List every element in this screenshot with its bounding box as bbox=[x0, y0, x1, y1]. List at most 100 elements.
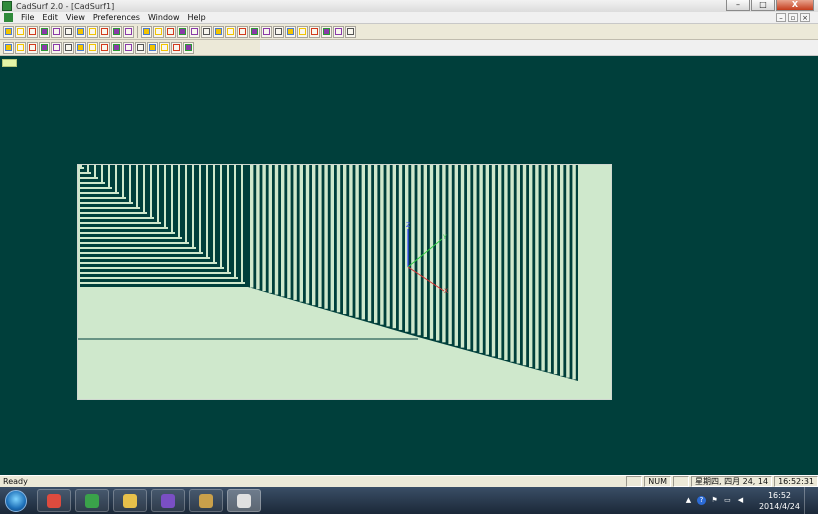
cube-button[interactable] bbox=[75, 41, 86, 54]
mdi-close-button[interactable]: × bbox=[800, 13, 810, 22]
maximize-button[interactable]: □ bbox=[751, 0, 775, 11]
taskbar-item[interactable] bbox=[113, 489, 147, 512]
spline-button[interactable] bbox=[261, 25, 272, 38]
mesh-horizontal-line bbox=[80, 172, 91, 174]
rectangle-filled-icon bbox=[167, 28, 174, 35]
menu-help[interactable]: Help bbox=[183, 13, 209, 22]
point-intersection-button[interactable] bbox=[99, 25, 110, 38]
print-button[interactable] bbox=[51, 25, 62, 38]
cadsurf-icon bbox=[237, 493, 251, 508]
open-folder-button[interactable] bbox=[15, 25, 26, 38]
rectangle-filled-button[interactable] bbox=[165, 25, 176, 38]
close-button[interactable]: X bbox=[776, 0, 814, 11]
point-button[interactable] bbox=[75, 25, 86, 38]
taskbar-item[interactable] bbox=[227, 489, 261, 512]
mesh-button[interactable] bbox=[297, 25, 308, 38]
layer-red-button[interactable] bbox=[27, 41, 38, 54]
surface-grid-button[interactable] bbox=[285, 25, 296, 38]
layers-button[interactable] bbox=[3, 41, 14, 54]
taskbar-item[interactable] bbox=[189, 489, 223, 512]
tray-up-arrow-icon[interactable]: ▲ bbox=[684, 496, 693, 505]
layer-stack-button[interactable] bbox=[39, 41, 50, 54]
pencil-button[interactable] bbox=[87, 41, 98, 54]
taskbar-clock[interactable]: 16:52 2014/4/24 bbox=[759, 490, 800, 512]
mesh-vertical-line bbox=[122, 165, 124, 199]
document-icon[interactable] bbox=[4, 13, 13, 22]
layer-delete-button[interactable] bbox=[63, 41, 74, 54]
mesh-column-strip bbox=[522, 165, 527, 366]
wireframe-button[interactable] bbox=[159, 41, 170, 54]
tray-help-icon[interactable]: ? bbox=[696, 496, 706, 505]
mesh-column-strip bbox=[510, 165, 514, 362]
parallelogram-button[interactable] bbox=[225, 25, 236, 38]
point-offset-icon bbox=[113, 28, 120, 35]
mesh-column-strip bbox=[491, 165, 496, 357]
mesh-column-strip bbox=[274, 165, 279, 295]
pick-button[interactable] bbox=[135, 41, 146, 54]
mesh-vertical-line bbox=[206, 165, 208, 259]
warning-button[interactable] bbox=[345, 25, 356, 38]
tray-volume-icon[interactable]: ◀ bbox=[736, 496, 745, 505]
start-button[interactable] bbox=[5, 489, 27, 512]
node-edit-button[interactable] bbox=[321, 25, 332, 38]
z-axis-label: Z bbox=[406, 222, 410, 229]
camera-button[interactable] bbox=[183, 41, 194, 54]
print-preview-button[interactable] bbox=[39, 25, 50, 38]
save-button[interactable] bbox=[27, 25, 38, 38]
taskbar-item[interactable] bbox=[37, 489, 71, 512]
tray-flag-icon[interactable]: ⚑ bbox=[710, 496, 719, 505]
tray-network-icon[interactable]: ▭ bbox=[723, 496, 732, 505]
crosshair-button[interactable] bbox=[99, 41, 110, 54]
menu-edit[interactable]: Edit bbox=[38, 13, 62, 22]
menu-preferences[interactable]: Preferences bbox=[89, 13, 144, 22]
mesh-viewport[interactable]: Z Y X bbox=[77, 164, 612, 400]
mesh-column-strip bbox=[547, 165, 551, 373]
line-button[interactable] bbox=[123, 25, 134, 38]
hatch-button[interactable] bbox=[171, 41, 182, 54]
mesh-horizontal-line bbox=[80, 237, 182, 239]
ellipse-button[interactable] bbox=[213, 25, 224, 38]
menu-file[interactable]: File bbox=[17, 13, 38, 22]
point-offset-button[interactable] bbox=[111, 25, 122, 38]
curve-grid-button[interactable] bbox=[153, 25, 164, 38]
mesh-vertical-line bbox=[94, 165, 96, 179]
view-tag[interactable] bbox=[2, 59, 17, 67]
curve-button[interactable] bbox=[141, 25, 152, 38]
menu-window[interactable]: Window bbox=[144, 13, 184, 22]
mdi-minimize-button[interactable]: – bbox=[776, 13, 786, 22]
taskbar-item[interactable] bbox=[151, 489, 185, 512]
mesh-column-strip bbox=[398, 165, 403, 330]
cadsurf-app-icon[interactable] bbox=[2, 1, 12, 11]
triangle-button[interactable] bbox=[189, 25, 200, 38]
rounded-rect-button[interactable] bbox=[237, 25, 248, 38]
zoom-extents-button[interactable] bbox=[123, 41, 134, 54]
mdi-restore-button[interactable]: ▫ bbox=[788, 13, 798, 22]
zoom-button[interactable] bbox=[111, 41, 122, 54]
surface-button[interactable] bbox=[273, 25, 284, 38]
show-desktop-button[interactable] bbox=[804, 487, 818, 514]
drawing-canvas[interactable]: Z Y X bbox=[0, 56, 818, 475]
mesh-column-strip bbox=[504, 165, 508, 360]
mesh-column-strip bbox=[529, 165, 533, 368]
taskbar-item[interactable] bbox=[75, 489, 109, 512]
new-file-button[interactable] bbox=[3, 25, 14, 38]
mesh-column-strip bbox=[256, 165, 260, 290]
help-pointer-button[interactable] bbox=[63, 25, 74, 38]
mesh-vertical-line bbox=[241, 165, 243, 284]
box-3d-button[interactable] bbox=[147, 41, 158, 54]
open-folder-icon bbox=[17, 28, 24, 35]
layer-copy-button[interactable] bbox=[51, 41, 62, 54]
layer-new-button[interactable] bbox=[15, 41, 26, 54]
minimize-button[interactable]: – bbox=[726, 0, 750, 11]
rectangle-button[interactable] bbox=[177, 25, 188, 38]
trim-button[interactable] bbox=[333, 25, 344, 38]
menu-view[interactable]: View bbox=[62, 13, 89, 22]
grid-refine-button[interactable] bbox=[309, 25, 320, 38]
circle-button[interactable] bbox=[201, 25, 212, 38]
point-on-curve-button[interactable] bbox=[87, 25, 98, 38]
arc-button[interactable] bbox=[249, 25, 260, 38]
surface-grid-icon bbox=[287, 28, 294, 35]
mesh-column-strip bbox=[343, 165, 347, 315]
mesh-vertical-line bbox=[185, 165, 187, 244]
mesh-column-strip bbox=[262, 165, 266, 292]
